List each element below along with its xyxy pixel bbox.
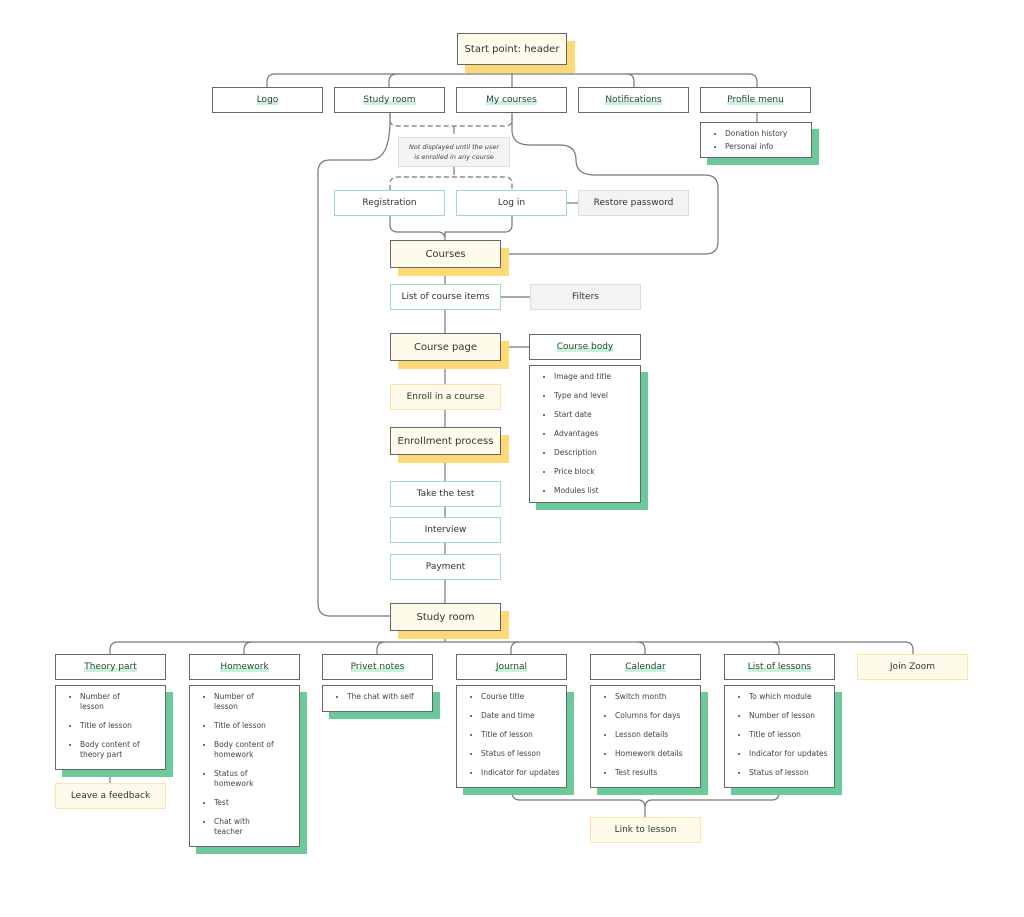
list-item: Lesson details [615,730,700,740]
enrollment-note: Not displayed until the user is enrolled… [398,137,510,167]
list-item: Body content of theory part [80,740,165,760]
section-title-node: Theory part [55,654,166,680]
label: My courses [486,95,537,105]
enroll-node: Enroll in a course [390,384,501,410]
list-item: Personal info [725,142,811,152]
list-item: Indicator for updates [481,768,566,778]
list-item: Status of lesson [481,749,566,759]
sitemap-diagram: Start point: header Logo Study room My c… [0,0,1024,917]
list-item: Number of lesson [80,692,165,712]
section-title-node: Homework [189,654,300,680]
section-items-list: To which module Number of lesson Title of … [724,685,835,788]
restore-password-node: Restore password [578,190,689,216]
join-zoom-node: Join Zoom [857,654,968,680]
leave-feedback-node: Leave a feedback [55,783,166,809]
section-items-list: Switch month Columns for days Lesson detai… [590,685,701,788]
course-page-node: Course page [390,333,501,361]
login-node: Log in [456,190,567,216]
label: Course body [556,342,614,352]
list-item: Title of lesson [80,721,165,731]
label: Privet notes [350,662,405,672]
section-items-list: Number of lesson Title of lesson Body cont… [189,685,300,847]
list-item: Description [554,448,640,458]
label: Homework [220,662,269,672]
list-item: Status of lesson [749,768,834,778]
list-item: To which module [749,692,834,702]
list-item: Test results [615,768,700,778]
list-item: Donation history [725,129,811,139]
course-body-node: Course body [529,334,641,360]
list-item: Number of lesson [749,711,834,721]
list-item: Start date [554,410,640,420]
header-notifications-node: Notifications [578,87,689,113]
section-items-list: Course title Date and time Title of lesson… [456,685,567,788]
interview-node: Interview [390,517,501,543]
section-title-node: Journal [456,654,567,680]
start-point-node: Start point: header [457,33,567,65]
label: Calendar [625,662,666,672]
section-items-list: Number of lesson Title of lesson Body cont… [55,685,166,770]
header-my-courses-node: My courses [456,87,567,113]
label: Study room [363,95,416,105]
courses-node: Courses [390,240,501,268]
list-item: Title of lesson [749,730,834,740]
enrollment-process-node: Enrollment process [390,427,501,455]
label: Profile menu [727,95,784,105]
label: List of lessons [747,662,812,672]
label: Theory part [84,662,137,672]
label: Notifications [605,95,662,105]
list-item: Columns for days [615,711,700,721]
section-items-list: The chat with self [322,685,433,712]
list-item: Advantages [554,429,640,439]
take-test-node: Take the test [390,481,501,507]
link-to-lesson-node: Link to lesson [590,817,701,843]
course-list-node: List of course items [390,284,501,310]
list-item: Chat with teacher [214,817,299,837]
list-item: The chat with self [347,692,432,702]
filters-node: Filters [530,284,641,310]
payment-node: Payment [390,554,501,580]
list-item: Image and title [554,372,640,382]
header-profile-menu-node: Profile menu [700,87,811,113]
label: Logo [256,95,279,105]
list-item: Course title [481,692,566,702]
header-logo-node: Logo [212,87,323,113]
registration-node: Registration [334,190,445,216]
list-item: Modules list [554,486,640,496]
study-room-node: Study room [390,603,501,631]
list-item: Number of lesson [214,692,299,712]
list-item: Date and time [481,711,566,721]
list-item: Homework details [615,749,700,759]
list-item: Status of homework [214,769,299,789]
list-item: Body content of homework [214,740,299,760]
list-item: Indicator for updates [749,749,834,759]
list-item: Price block [554,467,640,477]
list-item: Title of lesson [214,721,299,731]
label: Journal [495,662,528,672]
header-study-room-node: Study room [334,87,445,113]
list-item: Title of lesson [481,730,566,740]
list-item: Test [214,798,299,808]
list-item: Switch month [615,692,700,702]
section-title-node: List of lessons [724,654,835,680]
course-body-list: Image and title Type and level Start dat… [529,365,641,503]
list-item: Type and level [554,391,640,401]
section-title-node: Calendar [590,654,701,680]
profile-menu-list: Donation history Personal info [700,122,812,158]
section-title-node: Privet notes [322,654,433,680]
